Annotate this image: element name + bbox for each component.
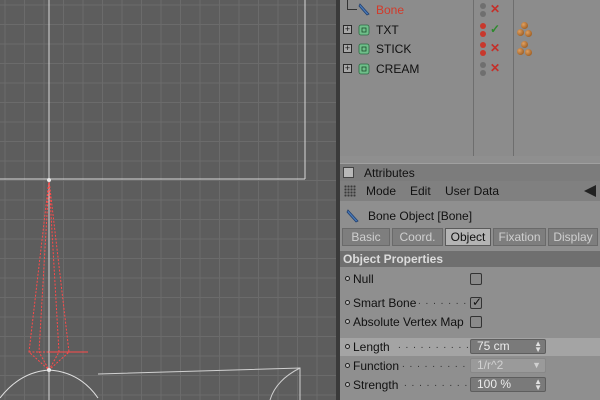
spinner-arrows-icon[interactable]: ▲ ▼: [534, 378, 542, 392]
expand-plus-icon[interactable]: +: [343, 25, 352, 34]
prop-length: Length . . . . . . . . . . . . 75 cm ▲▼: [340, 338, 600, 356]
prop-function: Function . . . . . . . . . . . 1/r^2 ▼: [340, 357, 600, 375]
prop-label: Absolute Vertex Map: [353, 315, 464, 329]
null-object-icon: [358, 24, 370, 36]
disable-x-icon[interactable]: ✕: [490, 62, 502, 74]
disable-x-icon[interactable]: ✕: [490, 3, 502, 15]
prop-absolute-vertex-map: Absolute Vertex Map: [340, 313, 600, 331]
keyframe-dot-icon[interactable]: [345, 300, 350, 305]
keyframe-dot-icon[interactable]: [345, 344, 350, 349]
length-input[interactable]: 75 cm ▲ ▼: [470, 339, 546, 354]
object-title: Bone Object [Bone]: [368, 209, 473, 223]
leader-dots: . . . . . . . . . .: [404, 378, 468, 389]
menu-edit[interactable]: Edit: [410, 184, 431, 198]
strength-value: 100 %: [477, 377, 512, 391]
prop-label: Length: [353, 340, 390, 354]
keyframe-dot-icon[interactable]: [345, 276, 350, 281]
keyframe-dot-icon[interactable]: [345, 382, 350, 387]
3d-viewport[interactable]: [0, 0, 336, 400]
prop-smart-bone: Smart Bone . . . . . . . .: [340, 294, 600, 312]
null-object-icon: [358, 43, 370, 55]
object-row-stick[interactable]: + STICK ✕: [340, 39, 600, 59]
disable-x-icon[interactable]: ✕: [490, 42, 502, 54]
object-row-cream[interactable]: + CREAM ✕: [340, 59, 600, 79]
null-checkbox[interactable]: [470, 273, 482, 285]
object-row-bone[interactable]: Bone ✕: [340, 0, 600, 20]
object-name[interactable]: STICK: [376, 42, 411, 56]
tab-display[interactable]: Display: [548, 228, 598, 246]
tab-coord[interactable]: Coord.: [392, 228, 443, 246]
bone-icon: [358, 3, 370, 16]
function-dropdown[interactable]: 1/r^2 ▼: [470, 358, 546, 373]
object-name[interactable]: CREAM: [376, 62, 419, 76]
prop-label: Strength: [353, 378, 399, 392]
object-name[interactable]: Bone: [376, 3, 404, 17]
grip-icon[interactable]: [344, 185, 356, 197]
leader-dots: . . . . . . . . . . . .: [398, 340, 468, 351]
leader-dots: . . . . . . . .: [418, 296, 468, 307]
prop-label: Function: [353, 359, 400, 373]
keyframe-dot-icon[interactable]: [345, 363, 350, 368]
panel-square-icon[interactable]: [343, 167, 354, 178]
visibility-dots[interactable]: [480, 22, 488, 38]
prop-strength: Strength . . . . . . . . . . 100 % ▲▼: [340, 376, 600, 394]
function-value: 1/r^2: [477, 358, 504, 372]
object-manager: Bone ✕ + TXT ✓ + STICK ✕ + CREAM ✕: [340, 0, 600, 156]
prop-label: Null: [353, 272, 374, 286]
keyframe-dot-icon[interactable]: [345, 319, 350, 324]
smart-bone-checkbox[interactable]: [470, 295, 482, 309]
spinner-arrows-icon[interactable]: ▲ ▼: [534, 340, 542, 354]
material-tags[interactable]: [517, 21, 537, 39]
section-header: Object Properties: [340, 251, 600, 267]
visibility-dots[interactable]: [480, 41, 488, 57]
visibility-dots[interactable]: [480, 61, 488, 77]
strength-input[interactable]: 100 % ▲ ▼: [470, 377, 546, 392]
enabled-check-icon[interactable]: ✓: [490, 23, 502, 35]
tree-line: [347, 9, 357, 10]
right-panel: Bone ✕ + TXT ✓ + STICK ✕ + CREAM ✕ Attri…: [340, 0, 600, 400]
back-arrow-icon[interactable]: [584, 185, 596, 197]
bone-joint: [47, 178, 51, 182]
tab-basic[interactable]: Basic: [342, 228, 390, 246]
attribute-tabs: Basic Coord. Object Fixation Display: [342, 228, 598, 246]
null-object-icon: [358, 63, 370, 75]
tab-object[interactable]: Object: [445, 228, 491, 246]
attributes-header: Attributes: [340, 163, 600, 181]
expand-plus-icon[interactable]: +: [343, 44, 352, 53]
chevron-down-icon: ▼: [532, 360, 541, 370]
expand-plus-icon[interactable]: +: [343, 64, 352, 73]
attributes-title: Attributes: [364, 166, 415, 180]
object-name[interactable]: TXT: [376, 23, 399, 37]
material-tags[interactable]: [517, 40, 537, 58]
menu-user-data[interactable]: User Data: [445, 184, 499, 198]
object-title-bar: Bone Object [Bone]: [340, 203, 600, 227]
tab-fixation[interactable]: Fixation: [493, 228, 546, 246]
bone-joint: [47, 368, 51, 372]
prop-null: Null: [340, 270, 600, 288]
object-row-txt[interactable]: + TXT ✓: [340, 20, 600, 40]
menu-mode[interactable]: Mode: [366, 184, 396, 198]
bone-icon: [346, 209, 359, 223]
absolute-vertex-map-checkbox[interactable]: [470, 316, 482, 328]
prop-label: Smart Bone: [353, 296, 417, 310]
section-title: Object Properties: [343, 252, 444, 266]
attributes-menubar: Mode Edit User Data: [340, 181, 600, 201]
leader-dots: . . . . . . . . . . .: [402, 359, 468, 370]
visibility-dots[interactable]: [480, 2, 488, 18]
viewport-canvas[interactable]: [0, 0, 336, 400]
length-value: 75 cm: [477, 339, 510, 353]
